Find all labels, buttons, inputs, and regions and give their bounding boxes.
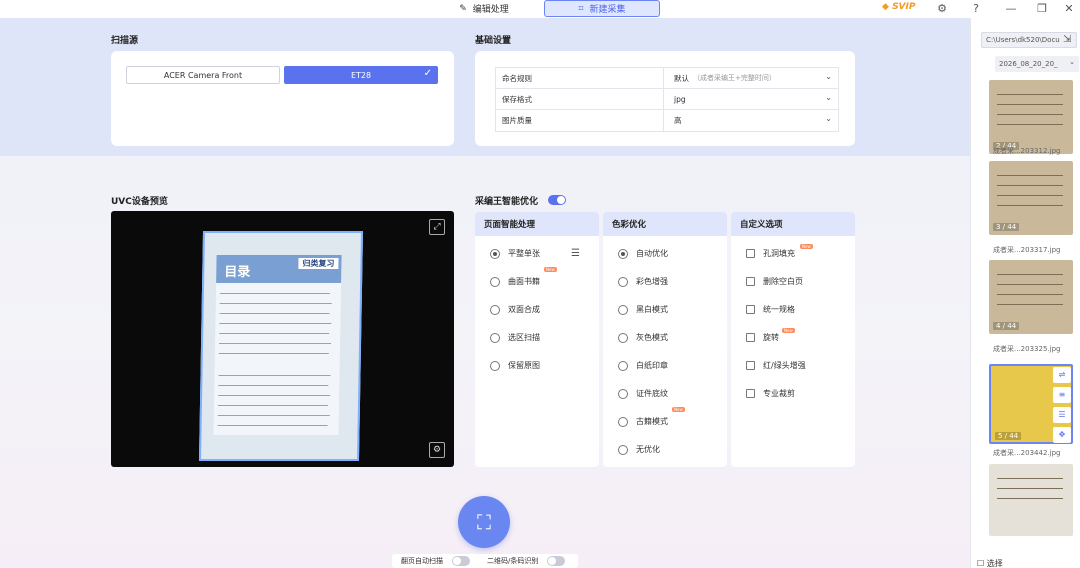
option-curved-book[interactable]: 曲面书籍 — [490, 276, 540, 287]
option-hole-fill[interactable]: 孔洞填充 — [746, 248, 795, 259]
option-uniform-size[interactable]: 统一规格 — [746, 304, 795, 315]
page-processing-column: 页面智能处理 平整单张 ☰ 曲面书籍 New 双面合成 选区扫描 保留原图 — [475, 212, 599, 467]
open-folder-icon[interactable]: ⇲ — [1063, 34, 1071, 45]
thumbnail-6[interactable] — [989, 464, 1073, 536]
new-badge: New — [672, 407, 685, 412]
basic-settings-title: 基础设置 — [475, 36, 512, 46]
capture-icon: ⌗ — [578, 3, 584, 14]
option-area-scan[interactable]: 选区扫描 — [490, 332, 540, 343]
basic-settings-card: 命名规则 默认 （成者采编王+完整时间） ⌄ 保存格式 jpg ⌄ 图片质量 高 — [475, 51, 855, 146]
option-color-enhance[interactable]: 彩色增强 — [618, 276, 668, 287]
adjust-sliders-icon[interactable]: ☰ — [571, 248, 580, 259]
date-folder-select[interactable]: 2026_08_20_20_ ⌄ — [995, 56, 1079, 72]
document-image: 目录 归类复习 — [198, 231, 364, 461]
settings-table: 命名规则 默认 （成者采编王+完整时间） ⌄ 保存格式 jpg ⌄ 图片质量 高 — [495, 67, 839, 132]
chevron-down-icon: ⌄ — [1069, 58, 1075, 66]
image-quality-row: 图片质量 高 ⌄ — [496, 110, 838, 131]
scan-source-card: ACER Camera Front ET28 ✓ — [111, 51, 454, 146]
option-flat-single[interactable]: 平整单张 — [490, 248, 540, 259]
source-acer-camera[interactable]: ACER Camera Front — [126, 66, 280, 84]
option-pro-crop[interactable]: 专业裁剪 — [746, 388, 795, 399]
option-ancient-book[interactable]: 古籍模式 — [618, 416, 668, 427]
option-bw-mode[interactable]: 黑白模式 — [618, 304, 668, 315]
barcode-label: 二维码/条码识别 — [487, 557, 539, 565]
svip-badge[interactable]: ◆ SVIP — [882, 2, 915, 12]
new-badge: New — [800, 244, 813, 249]
camera-preview[interactable]: 目录 归类复习 ⤢ ⚙ — [111, 211, 454, 467]
edit-icon: ✎ — [459, 3, 467, 14]
auto-turn-label: 翻页自动扫描 — [401, 557, 443, 565]
fullscreen-icon[interactable]: ⤢ — [429, 219, 445, 235]
smart-optimize-toggle[interactable] — [548, 195, 566, 205]
restore-icon[interactable]: ❐ — [1035, 2, 1049, 16]
camera-settings-icon[interactable]: ⚙ — [429, 442, 445, 458]
tab-edit-label: 编辑处理 — [472, 5, 509, 15]
scan-frame-icon: ⛶ — [477, 510, 491, 534]
rotate-icon[interactable]: ⇌ — [1053, 367, 1071, 383]
check-icon: ✓ — [423, 68, 432, 79]
option-id-texture[interactable]: 证件底纹 — [618, 388, 668, 399]
auto-turn-toggle[interactable] — [452, 556, 470, 566]
help-icon[interactable]: ? — [969, 2, 983, 16]
scan-source-title: 扫描源 — [111, 36, 139, 46]
option-double-merge[interactable]: 双面合成 — [490, 304, 540, 315]
new-badge: New — [782, 328, 795, 333]
option-gray-mode[interactable]: 灰色模式 — [618, 332, 668, 343]
option-red-green-enhance[interactable]: 红/绿头增强 — [746, 360, 806, 371]
settings-icon[interactable]: ⚙ — [935, 2, 949, 16]
source-et28[interactable]: ET28 ✓ — [284, 66, 438, 84]
doc-tag: 归类复习 — [298, 258, 339, 269]
custom-options-column: 自定义选项 孔洞填充 New 删除空白页 统一规格 旋转 New 红/绿头增强 … — [731, 212, 855, 467]
save-format-select[interactable]: jpg ⌄ — [664, 89, 838, 109]
select-icon: ☐ — [977, 559, 985, 568]
tab-new-capture[interactable]: ⌗ 新建采集 — [544, 0, 660, 17]
color-optimize-column: 色彩优化 自动优化 彩色增强 黑白模式 灰色模式 白纸印章 证件底纹 古籍模式 … — [603, 212, 727, 467]
list-icon[interactable]: ☰ — [1053, 407, 1071, 423]
align-icon[interactable]: ≡ — [1053, 387, 1071, 403]
top-bar: ✎ 编辑处理 ⌗ 新建采集 ◆ SVIP ⚙ ? — ❐ ✕ — [0, 0, 1080, 18]
chevron-down-icon: ⌄ — [825, 72, 832, 81]
thumbnail-sidebar: C:\Users\dk520\Docu ⇲ 2026_08_20_20_ ⌄ 2… — [970, 18, 1080, 568]
save-format-row: 保存格式 jpg ⌄ — [496, 89, 838, 110]
thumbnail-4[interactable]: 4 / 44 — [989, 260, 1073, 334]
doc-title: 目录 — [224, 265, 251, 280]
option-white-stamp[interactable]: 白纸印章 — [618, 360, 668, 371]
radio-selected — [490, 248, 500, 259]
chevron-down-icon: ⌄ — [825, 93, 832, 102]
bottom-options-bar: 翻页自动扫描 二维码/条码识别 — [392, 554, 578, 568]
preview-title: UVC设备预览 — [111, 197, 168, 207]
new-badge: New — [544, 267, 557, 272]
naming-rule-row: 命名规则 默认 （成者采编王+完整时间） ⌄ — [496, 68, 838, 89]
tab-new-label: 新建采集 — [589, 5, 626, 15]
thumbnail-3[interactable]: 3 / 44 — [989, 161, 1073, 235]
thumbnail-2[interactable]: 2 / 44 — [989, 80, 1073, 154]
tab-edit[interactable]: ✎ 编辑处理 — [428, 0, 540, 17]
option-delete-blank[interactable]: 删除空白页 — [746, 276, 803, 287]
smart-optimize-title: 采编王智能优化 — [475, 197, 539, 207]
select-button[interactable]: ☐ 选择 — [977, 558, 1003, 568]
option-auto-optimize[interactable]: 自动优化 — [618, 248, 668, 259]
option-keep-original[interactable]: 保留原图 — [490, 360, 540, 371]
chevron-down-icon: ⌄ — [825, 114, 832, 123]
settings-panel: 扫描源 ACER Camera Front ET28 ✓ 基础设置 命名规则 默… — [0, 18, 970, 156]
option-no-optimize[interactable]: 无优化 — [618, 444, 660, 455]
barcode-toggle[interactable] — [547, 556, 565, 566]
close-icon[interactable]: ✕ — [1062, 2, 1076, 16]
naming-rule-select[interactable]: 默认 （成者采编王+完整时间） ⌄ — [664, 68, 838, 88]
option-rotate[interactable]: 旋转 — [746, 332, 779, 343]
minimize-icon[interactable]: — — [1004, 2, 1018, 16]
move-icon[interactable]: ✥ — [1053, 427, 1071, 443]
scan-button[interactable]: ⛶ — [458, 496, 510, 548]
svip-icon: ◆ — [882, 2, 889, 12]
image-quality-select[interactable]: 高 ⌄ — [664, 110, 838, 131]
